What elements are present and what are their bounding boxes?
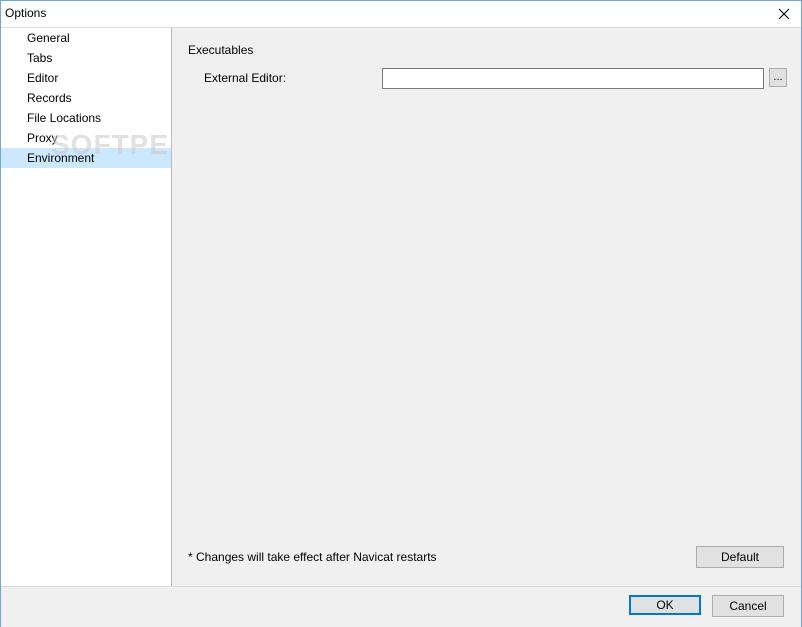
close-button[interactable] <box>767 1 801 27</box>
sidebar-item-label: General <box>27 31 70 45</box>
sidebar-item-label: Proxy <box>27 131 58 145</box>
default-button[interactable]: Default <box>696 546 784 568</box>
window-title: Options <box>5 6 47 20</box>
sidebar-item-label: Tabs <box>27 51 53 65</box>
dialog-footer: OK Cancel <box>1 586 801 627</box>
restart-note: * Changes will take effect after Navicat… <box>188 550 437 564</box>
external-editor-label: External Editor: <box>204 71 287 85</box>
options-dialog: Options General Tabs Editor Records File… <box>0 0 802 627</box>
options-sidebar: General Tabs Editor Records File Locatio… <box>1 28 172 586</box>
browse-button[interactable]: ... <box>769 68 787 87</box>
cancel-button[interactable]: Cancel <box>712 595 784 617</box>
sidebar-item-label: Environment <box>27 151 95 165</box>
sidebar-item-proxy[interactable]: Proxy <box>1 128 171 148</box>
sidebar-item-editor[interactable]: Editor <box>1 68 171 88</box>
sidebar-item-records[interactable]: Records <box>1 88 171 108</box>
environment-panel: Executables External Editor: ... * Chang… <box>172 28 801 586</box>
title-bar: Options <box>1 1 801 28</box>
ok-button[interactable]: OK <box>629 595 701 615</box>
sidebar-item-general[interactable]: General <box>1 28 171 48</box>
sidebar-item-label: File Locations <box>27 111 102 125</box>
section-title-executables: Executables <box>188 43 254 57</box>
sidebar-item-tabs[interactable]: Tabs <box>1 48 171 68</box>
sidebar-item-environment[interactable]: Environment <box>1 148 171 168</box>
sidebar-item-label: Records <box>27 91 72 105</box>
close-icon <box>778 8 790 20</box>
external-editor-input[interactable] <box>382 68 764 89</box>
sidebar-item-label: Editor <box>27 71 59 85</box>
sidebar-item-file-locations[interactable]: File Locations <box>1 108 171 128</box>
